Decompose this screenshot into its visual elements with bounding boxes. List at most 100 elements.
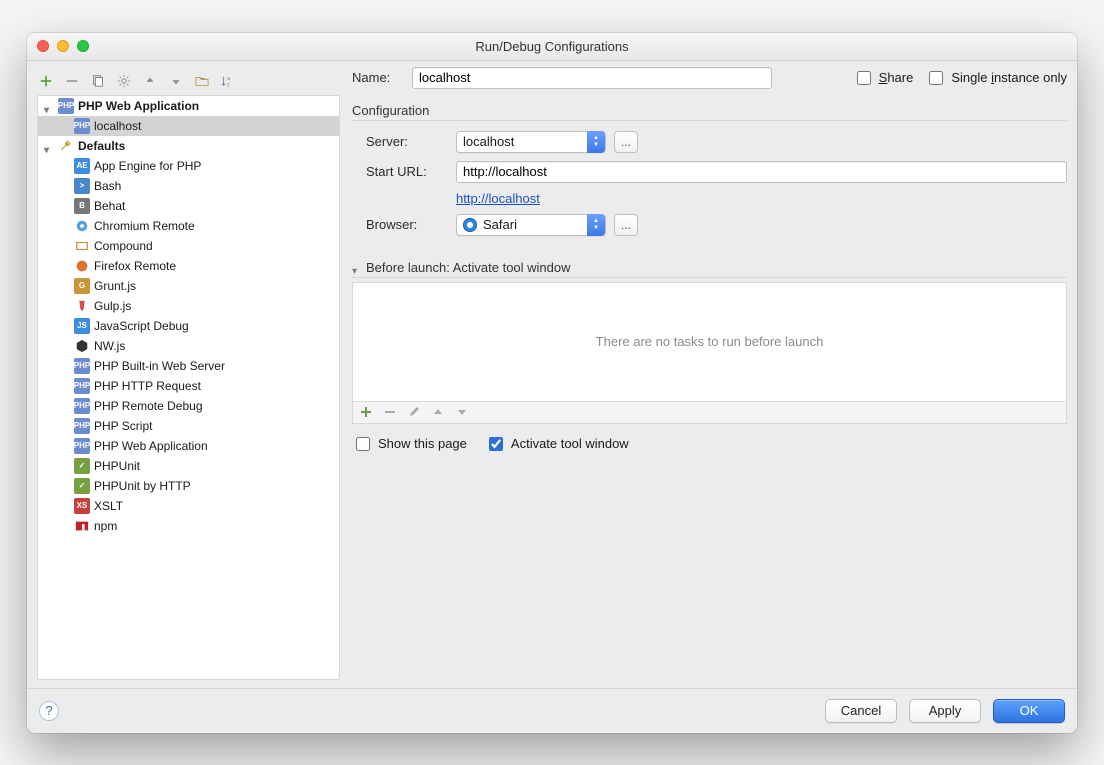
safari-icon — [463, 218, 477, 232]
help-icon[interactable]: ? — [39, 701, 59, 721]
activate-tool-window-checkbox-input[interactable] — [489, 437, 503, 451]
add-config-icon[interactable] — [37, 71, 55, 91]
single-instance-checkbox[interactable]: Single instance only — [925, 68, 1067, 88]
tree-item[interactable]: PHPPHP Script — [38, 416, 339, 436]
name-input[interactable] — [412, 67, 772, 89]
tree-item[interactable]: ✓PHPUnit by HTTP — [38, 476, 339, 496]
tree-item[interactable]: PHPPHP HTTP Request — [38, 376, 339, 396]
tree-item-label: Compound — [94, 238, 153, 254]
grunt-icon: G — [74, 278, 90, 294]
task-add-icon[interactable] — [359, 405, 373, 419]
before-launch-title: Before launch: Activate tool window — [366, 260, 571, 275]
browser-more-button[interactable]: ... — [614, 214, 638, 236]
minimize-window-icon[interactable] — [57, 40, 69, 52]
tree-item[interactable]: PHPlocalhost — [38, 116, 339, 136]
tree-item[interactable]: AEApp Engine for PHP — [38, 156, 339, 176]
tree-item-label: PHP Built-in Web Server — [94, 358, 225, 374]
appengine-icon: AE — [74, 158, 90, 174]
tree-item-label: Behat — [94, 198, 125, 214]
browser-select-value: Safari — [483, 217, 517, 232]
move-up-icon[interactable] — [141, 71, 159, 91]
tree-item-label: Grunt.js — [94, 278, 136, 294]
tree-item[interactable]: GGrunt.js — [38, 276, 339, 296]
close-window-icon[interactable] — [37, 40, 49, 52]
tree-item[interactable]: PHPPHP Built-in Web Server — [38, 356, 339, 376]
tree-toolbar: az — [37, 67, 340, 91]
tree-item-label: PHP Web Application — [94, 438, 208, 454]
tree-item[interactable]: Firefox Remote — [38, 256, 339, 276]
tree-item[interactable]: npm — [38, 516, 339, 536]
cancel-button[interactable]: Cancel — [825, 699, 897, 723]
remove-config-icon[interactable] — [63, 71, 81, 91]
single-instance-checkbox-input[interactable] — [929, 71, 943, 85]
tree-item[interactable]: PHPPHP Remote Debug — [38, 396, 339, 416]
tree-item[interactable]: BBehat — [38, 196, 339, 216]
task-up-icon[interactable] — [431, 405, 445, 419]
tree-item-label: PHPUnit — [94, 458, 140, 474]
tree-item[interactable]: Chromium Remote — [38, 216, 339, 236]
tree-group[interactable]: PHPPHP Web Application — [38, 96, 339, 116]
server-select[interactable]: localhost ▲▼ — [456, 131, 606, 153]
window-title: Run/Debug Configurations — [27, 39, 1077, 54]
show-this-page-checkbox-input[interactable] — [356, 437, 370, 451]
start-url-input[interactable] — [456, 161, 1067, 183]
tree-group-label: Defaults — [78, 138, 125, 154]
move-down-icon[interactable] — [167, 71, 185, 91]
sort-az-icon[interactable]: az — [219, 71, 237, 91]
sidebar-column: az PHPPHP Web ApplicationPHPlocalhostDef… — [37, 67, 340, 680]
tree-item[interactable]: ✓PHPUnit — [38, 456, 339, 476]
php-web-icon: PHP — [74, 118, 90, 134]
server-select-value: localhost — [463, 134, 514, 149]
folder-icon[interactable] — [193, 71, 211, 91]
disclosure-down-icon — [352, 262, 362, 272]
task-down-icon[interactable] — [455, 405, 469, 419]
svg-text:a: a — [227, 76, 230, 82]
config-grid: Server: localhost ▲▼ ... Start URL: http… — [352, 131, 1067, 236]
apply-button[interactable]: Apply — [909, 699, 981, 723]
chromium-icon — [74, 218, 90, 234]
task-remove-icon[interactable] — [383, 405, 397, 419]
svg-text:z: z — [227, 82, 230, 88]
dialog-footer: ? Cancel Apply OK — [27, 688, 1077, 733]
tree-item-label: Gulp.js — [94, 298, 131, 314]
configuration-section-title: Configuration — [352, 99, 1067, 121]
tree-item[interactable]: Gulp.js — [38, 296, 339, 316]
tree-group[interactable]: Defaults — [38, 136, 339, 156]
config-tree[interactable]: PHPPHP Web ApplicationPHPlocalhostDefaul… — [37, 95, 340, 680]
start-url-link[interactable]: http://localhost — [456, 191, 1067, 206]
share-checkbox-input[interactable] — [857, 71, 871, 85]
php-icon: PHP — [74, 418, 90, 434]
copy-config-icon[interactable] — [89, 71, 107, 91]
task-edit-icon[interactable] — [407, 405, 421, 419]
main-row: az PHPPHP Web ApplicationPHPlocalhostDef… — [27, 61, 1077, 688]
tree-item[interactable]: JSJavaScript Debug — [38, 316, 339, 336]
tree-item[interactable]: NW.js — [38, 336, 339, 356]
select-arrows-icon: ▲▼ — [587, 214, 605, 236]
zoom-window-icon[interactable] — [77, 40, 89, 52]
server-label: Server: — [366, 134, 446, 149]
tree-item-label: PHP Script — [94, 418, 152, 434]
nw-icon — [74, 338, 90, 354]
jsdebug-icon: JS — [74, 318, 90, 334]
browser-select[interactable]: Safari ▲▼ — [456, 214, 606, 236]
tree-item[interactable]: PHPPHP Web Application — [38, 436, 339, 456]
before-launch-tasks-list[interactable]: There are no tasks to run before launch — [352, 282, 1067, 402]
tree-item[interactable]: >Bash — [38, 176, 339, 196]
wrench-icon — [58, 138, 74, 154]
name-row: Name: Share Single instance only — [352, 67, 1067, 99]
share-checkbox[interactable]: Share — [853, 68, 914, 88]
disclosure-icon — [44, 141, 54, 151]
activate-tool-window-checkbox[interactable]: Activate tool window — [485, 434, 629, 454]
edit-defaults-icon[interactable] — [115, 71, 133, 91]
compound-icon — [74, 238, 90, 254]
server-more-button[interactable]: ... — [614, 131, 638, 153]
select-arrows-icon: ▲▼ — [587, 131, 605, 153]
tree-item[interactable]: Compound — [38, 236, 339, 256]
tasks-mini-toolbar — [352, 402, 1067, 424]
before-launch-header[interactable]: Before launch: Activate tool window — [352, 260, 1067, 278]
show-this-page-checkbox[interactable]: Show this page — [352, 434, 467, 454]
tree-item-label: XSLT — [94, 498, 123, 514]
ok-button[interactable]: OK — [993, 699, 1065, 723]
tree-item[interactable]: XSXSLT — [38, 496, 339, 516]
dialog-body: az PHPPHP Web ApplicationPHPlocalhostDef… — [27, 61, 1077, 733]
